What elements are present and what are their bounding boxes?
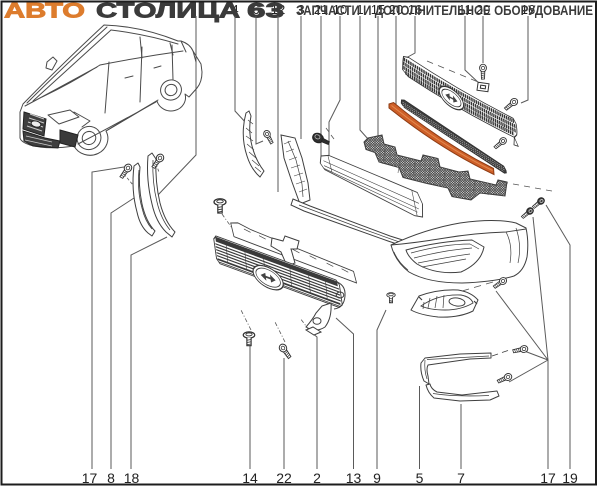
svg-text:АВТО: АВТО [4, 0, 85, 23]
svg-text:ЗАПЧАСТИ И ДОПОЛНИТЕЛЬНОЕ ОБОР: ЗАПЧАСТИ И ДОПОЛНИТЕЛЬНОЕ ОБОРУДОВАНИЕ [296, 2, 593, 18]
svg-text:СТОЛИЦА: СТОЛИЦА [96, 0, 240, 23]
